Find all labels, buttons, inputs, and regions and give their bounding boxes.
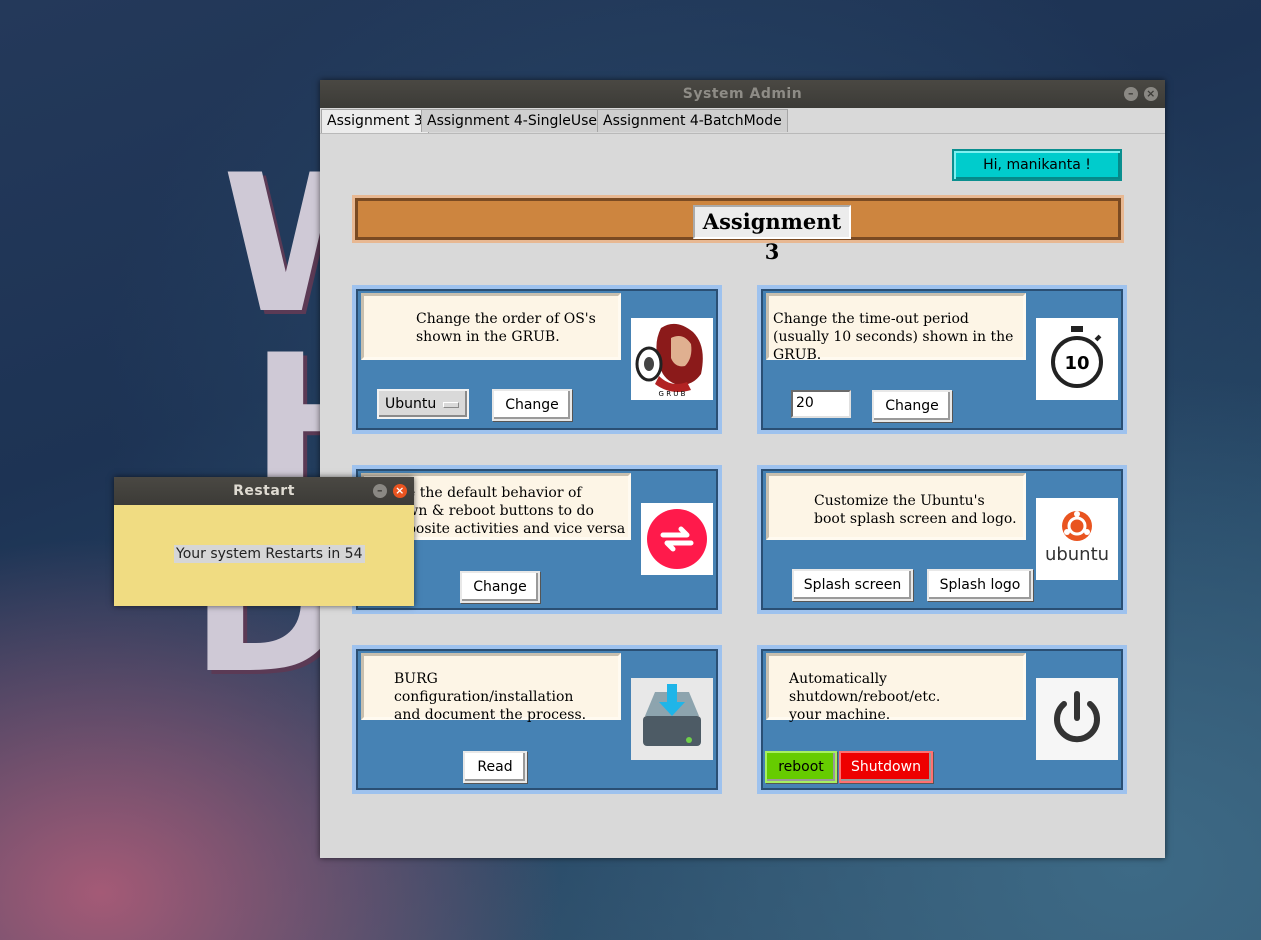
window-title: System Admin — [682, 86, 803, 102]
desc-line: Change the order of OS's — [416, 311, 596, 327]
auto-power-description: Automatically shutdown/reboot/etc. your … — [766, 653, 1026, 723]
os-select-value: Ubuntu — [385, 396, 437, 412]
tab-assignment-4-singleuser[interactable]: Assignment 4-SingleUser — [421, 109, 609, 132]
chevron-down-icon — [443, 402, 459, 408]
splash-screen-button[interactable]: Splash screen — [792, 569, 913, 601]
system-admin-window: System Admin – × Assignment 3 Assignment… — [320, 80, 1165, 858]
panel-timeout: Change the time-out period (usually 10 s… — [757, 285, 1127, 434]
window-titlebar[interactable]: System Admin – × — [320, 80, 1165, 108]
ubuntu-word: ubuntu — [1045, 544, 1109, 565]
desc-line: boot splash screen and logo. — [814, 511, 1017, 527]
swap-arrows-icon — [641, 503, 713, 575]
splash-description: Customize the Ubuntu's boot splash scree… — [766, 473, 1026, 540]
desc-line: and document the process. — [394, 707, 587, 723]
stopwatch-icon: 10 — [1036, 318, 1118, 400]
shutdown-button[interactable]: Shutdown — [839, 751, 933, 783]
desc-line: pposite activities and vice versa — [398, 521, 626, 537]
page-title: Assignment 3 — [693, 205, 851, 264]
os-select[interactable]: Ubuntu — [377, 389, 469, 419]
panel-auto-power: Automatically shutdown/reboot/etc. your … — [757, 645, 1127, 794]
desc-line: ge the default behavior of — [398, 485, 582, 501]
reboot-button[interactable]: reboot — [765, 751, 837, 783]
desc-line: your machine. — [789, 707, 891, 723]
minimize-icon[interactable]: – — [373, 484, 387, 498]
grub-mascot-icon: G R U B — [631, 318, 713, 400]
power-swap-change-button[interactable]: Change — [460, 571, 540, 603]
minimize-icon[interactable]: – — [1124, 87, 1138, 101]
desc-line: BURG configuration/installation — [394, 671, 574, 705]
tab-assignment-4-batchmode[interactable]: Assignment 4-BatchMode — [597, 109, 788, 132]
dialog-titlebar[interactable]: Restart – × — [114, 477, 414, 505]
splash-logo-button[interactable]: Splash logo — [927, 569, 1033, 601]
power-icon — [1036, 678, 1118, 760]
grub-order-description: Change the order of OS's shown in the GR… — [361, 293, 621, 360]
timeout-input[interactable]: 20 — [791, 390, 851, 418]
restart-dialog: Restart – × Your system Restarts in 54 — [114, 477, 414, 606]
drive-download-icon — [631, 678, 713, 760]
greeting-button[interactable]: Hi, manikanta ! — [952, 149, 1122, 181]
close-icon[interactable]: × — [393, 484, 407, 498]
desc-line: Customize the Ubuntu's — [814, 493, 985, 509]
restart-countdown-message: Your system Restarts in 54 — [174, 545, 365, 563]
assignment-banner: Assignment 3 — [352, 195, 1124, 264]
ubuntu-logo-icon: ubuntu — [1036, 498, 1118, 580]
burg-read-button[interactable]: Read — [463, 751, 527, 783]
panel-grub-order: Change the order of OS's shown in the GR… — [352, 285, 722, 434]
close-icon[interactable]: × — [1144, 87, 1158, 101]
desc-line: Automatically shutdown/reboot/etc. — [789, 671, 941, 705]
desc-line: shown in the GRUB. — [416, 329, 560, 345]
timeout-change-button[interactable]: Change — [872, 390, 952, 422]
timeout-description: Change the time-out period (usually 10 s… — [766, 293, 1026, 363]
tab-assignment-3[interactable]: Assignment 3 — [321, 109, 429, 133]
desc-line: (usually 10 seconds) shown in the GRUB. — [773, 329, 1014, 363]
panel-splash: Customize the Ubuntu's boot splash scree… — [757, 465, 1127, 614]
grub-order-change-button[interactable]: Change — [492, 389, 572, 421]
stopwatch-number: 10 — [1064, 353, 1089, 374]
burg-description: BURG configuration/installation and docu… — [361, 653, 621, 723]
dialog-title: Restart — [233, 483, 295, 499]
desc-line: Change the time-out period — [773, 311, 969, 327]
grub-caption: G R U B — [659, 390, 686, 398]
tab-bar: Assignment 3 Assignment 4-SingleUser Ass… — [320, 109, 1165, 134]
desc-line: own & reboot buttons to do — [398, 503, 594, 519]
panel-burg: BURG configuration/installation and docu… — [352, 645, 722, 794]
